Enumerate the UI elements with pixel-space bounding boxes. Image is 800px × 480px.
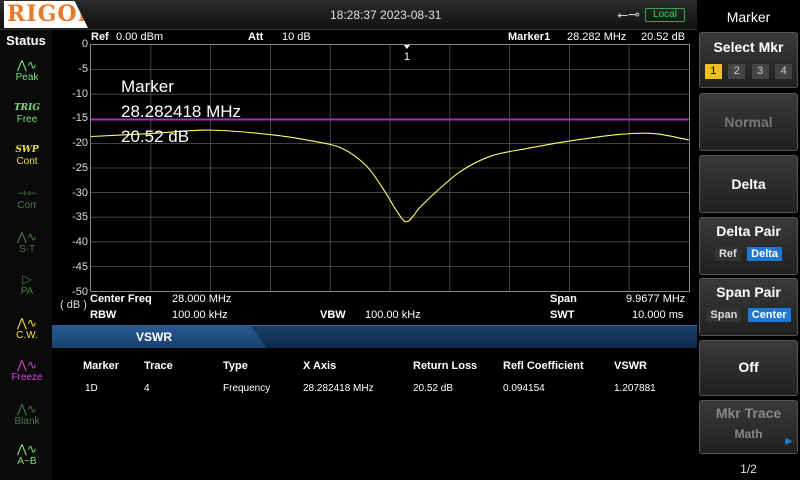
a-minus-b-icon: ⋀∿ — [17, 442, 37, 456]
rbw-label: RBW — [90, 309, 117, 321]
cell-marker: 1D — [85, 383, 98, 394]
vbw-label: VBW — [320, 309, 346, 321]
page-indicator: 1/2 — [740, 462, 757, 476]
span-value[interactable]: 9.9677 MHz — [626, 293, 685, 305]
marker-readout-title: Marker — [121, 77, 174, 96]
title-bar: RIGOL 18:28:37 2023-08-31 ⭠⊸ Local — [0, 0, 697, 30]
a-minus-b-status[interactable]: ⋀∿ A−B — [6, 442, 48, 480]
marker1-label: Marker1 — [508, 31, 551, 43]
swt-label: SWT — [550, 309, 575, 321]
swt-value[interactable]: 10.000 ms — [632, 309, 683, 321]
brand-text: RIGOL — [7, 1, 94, 27]
trig-icon: TRIG — [13, 103, 41, 113]
marker-readout: Marker 28.282418 MHz 20.52 dB — [121, 74, 241, 149]
marker-flag-label: 1 — [404, 51, 410, 63]
col-header-x-axis: X Axis — [303, 360, 337, 372]
datetime: 18:28:37 2023-08-31 — [330, 8, 442, 22]
span-pair-center-option[interactable]: Center — [747, 308, 791, 322]
corr-status[interactable]: ⇾⇽ Corr — [6, 186, 48, 224]
marker-diamond-icon[interactable] — [403, 45, 410, 49]
trig-status[interactable]: TRIG Free — [6, 102, 48, 140]
status-panel: Status ⋀∿ Peak TRIG Free SWP Cont ⇾⇽ Cor… — [0, 30, 52, 480]
plot-info-bar: Ref 0.00 dBm Att 10 dB Marker1 28.282 MH… — [90, 31, 694, 45]
menu-title: Marker — [726, 9, 771, 25]
span-pair-button[interactable]: Span Pair Span Center — [699, 278, 798, 336]
ref-label: Ref — [91, 31, 109, 43]
cell-refl-coefficient: 0.094154 — [503, 383, 545, 394]
y-tick: -25 — [72, 162, 88, 174]
y-tick: -20 — [72, 137, 88, 149]
corr-icon: ⇾⇽ — [16, 186, 38, 200]
y-tick: -5 — [78, 63, 88, 75]
status-title: Status — [6, 33, 46, 48]
col-header-vswr: VSWR — [614, 360, 647, 372]
mkr-trace-value: Math — [734, 427, 763, 441]
y-tick: -40 — [72, 236, 88, 248]
rbw-value[interactable]: 100.00 kHz — [172, 309, 228, 321]
select-mkr-button[interactable]: Select Mkr 1 2 3 4 — [699, 32, 798, 88]
rigol-logo: RIGOL — [4, 1, 88, 28]
ref-value: 0.00 dBm — [116, 31, 164, 43]
mkr-trace-button[interactable]: Mkr Trace Math ▶ — [699, 400, 798, 454]
cell-x-axis: 28.282418 MHz — [303, 383, 374, 394]
y-tick: -50 — [72, 286, 88, 298]
marker1-freq: 28.282 MHz — [567, 31, 627, 43]
span-label: Span — [550, 293, 577, 305]
mkr-3-option[interactable]: 3 — [751, 64, 769, 79]
col-header-return-loss: Return Loss — [413, 360, 478, 372]
cell-type: Frequency — [223, 383, 271, 394]
vswr-title: VSWR — [136, 330, 172, 344]
swp-icon: SWP — [15, 145, 39, 155]
y-tick: -10 — [72, 88, 88, 100]
st-icon: ⋀∿ — [17, 230, 37, 244]
softkey-panel: Marker Select Mkr 1 2 3 4 Normal Delta D… — [697, 0, 800, 480]
y-tick: 0 — [81, 38, 88, 50]
swp-status[interactable]: SWP Cont — [6, 144, 48, 182]
cell-return-loss: 20.52 dB — [413, 383, 454, 394]
cw-status[interactable]: ⋀∿ C.W. — [6, 316, 48, 354]
cw-icon: ⋀∿ — [17, 316, 37, 330]
y-tick: -45 — [72, 261, 88, 273]
marker1-value: 20.52 dB — [641, 31, 686, 43]
mkr-4-option[interactable]: 4 — [775, 64, 793, 79]
normal-button[interactable]: Normal — [699, 93, 798, 151]
y-unit: ( dB ) — [60, 299, 87, 311]
delta-pair-ref-option[interactable]: Ref — [714, 247, 741, 261]
mkr-2-option[interactable]: 2 — [728, 64, 746, 79]
marker-readout-value: 20.52 dB — [121, 127, 190, 146]
blank-status[interactable]: ⋀∿ Blank — [6, 402, 48, 440]
blank-icon: ⋀∿ — [17, 402, 37, 416]
span-pair-span-option[interactable]: Span — [706, 308, 742, 322]
att-label: Att — [248, 31, 264, 43]
submenu-arrow-icon: ▶ — [785, 436, 793, 447]
vbw-value[interactable]: 100.00 kHz — [365, 309, 421, 321]
delta-pair-button[interactable]: Delta Pair Ref Delta — [699, 217, 798, 275]
y-tick: -15 — [72, 112, 88, 124]
marker-readout-freq: 28.282418 MHz — [121, 102, 242, 121]
peak-status[interactable]: ⋀∿ Peak — [6, 58, 48, 96]
pa-status[interactable]: ▷ PA — [6, 272, 48, 310]
cell-trace: 4 — [144, 383, 150, 394]
off-button[interactable]: Off — [699, 340, 798, 396]
y-tick: -30 — [72, 187, 88, 199]
usb-icon: ⭠⊸ — [617, 6, 640, 22]
center-freq-value[interactable]: 28.000 MHz — [172, 293, 231, 305]
mkr-1-option[interactable]: 1 — [704, 64, 722, 79]
freeze-status[interactable]: ⋀∿ Freeze — [6, 358, 48, 396]
col-header-marker: Marker — [83, 360, 120, 372]
cell-vswr: 1.207881 — [614, 383, 656, 394]
peak-icon: ⋀∿ — [17, 58, 37, 72]
center-freq-label: Center Freq — [90, 293, 152, 305]
delta-button[interactable]: Delta — [699, 155, 798, 213]
st-status[interactable]: ⋀∿ S-T — [6, 230, 48, 268]
delta-pair-delta-option[interactable]: Delta — [747, 247, 783, 261]
col-header-trace: Trace — [144, 360, 173, 372]
pa-icon: ▷ — [22, 272, 32, 286]
y-tick: -35 — [72, 211, 88, 223]
local-badge: Local — [645, 8, 685, 22]
freeze-icon: ⋀∿ — [17, 358, 37, 372]
col-header-type: Type — [223, 360, 248, 372]
att-value: 10 dB — [282, 31, 311, 43]
col-header-refl-coefficient: Refl Coefficient — [503, 360, 584, 372]
